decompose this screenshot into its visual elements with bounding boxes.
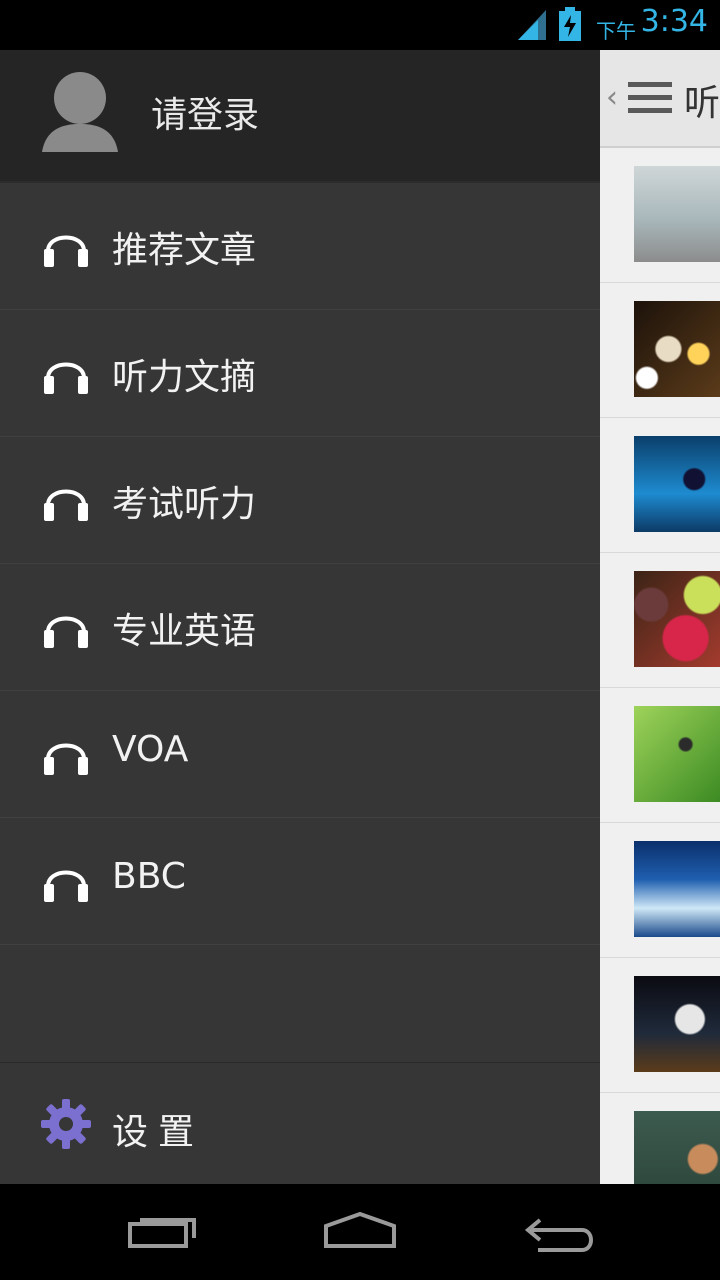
status-time: 3:34 [640, 4, 708, 39]
main-content: ‹ 听 [600, 50, 720, 1228]
home-icon[interactable] [320, 1208, 400, 1256]
thumbnail-image [634, 706, 720, 802]
article-list [600, 148, 720, 1228]
battery-charging-icon [559, 7, 581, 41]
navigation-drawer: 请登录 推荐文章 听力文摘 考试听力 专业英语 VOA BBC 设置 [0, 50, 600, 1184]
list-item[interactable] [600, 283, 720, 418]
drawer-item-settings[interactable]: 设置 [0, 1062, 600, 1185]
drawer-item-label: 考试听力 [112, 484, 257, 525]
drawer-item-professional[interactable]: 专业英语 [0, 564, 600, 691]
drawer-item-label: BBC [112, 856, 186, 897]
drawer-item-label: 推荐文章 [112, 230, 257, 271]
drawer-header[interactable]: 请登录 [0, 50, 600, 183]
thumbnail-image [634, 166, 720, 262]
drawer-item-bbc[interactable]: BBC [0, 818, 600, 945]
drawer-item-label: 专业英语 [112, 611, 257, 652]
page-title: 听 [684, 83, 720, 124]
drawer-item-voa[interactable]: VOA [0, 691, 600, 818]
thumbnail-image [634, 436, 720, 532]
signal-icon [518, 10, 546, 40]
thumbnail-image [634, 571, 720, 667]
drawer-menu: 推荐文章 听力文摘 考试听力 专业英语 VOA BBC [0, 183, 600, 945]
list-item[interactable] [600, 418, 720, 553]
menu-icon[interactable] [628, 82, 672, 114]
headphones-icon [44, 870, 88, 902]
list-item[interactable] [600, 823, 720, 958]
thumbnail-image [634, 976, 720, 1072]
list-item[interactable] [600, 688, 720, 823]
recent-apps-icon[interactable] [124, 1208, 204, 1256]
status-ampm: 下午 [596, 19, 636, 43]
list-item[interactable] [600, 148, 720, 283]
list-item[interactable] [600, 553, 720, 688]
thumbnail-image [634, 841, 720, 937]
status-bar: 下午 3:34 [0, 0, 720, 50]
thumbnail-image [634, 301, 720, 397]
drawer-item-label: VOA [112, 729, 189, 770]
user-avatar-icon[interactable] [40, 70, 120, 152]
drawer-item-label: 听力文摘 [112, 357, 257, 398]
login-label[interactable]: 请登录 [151, 86, 259, 138]
list-item[interactable] [600, 958, 720, 1093]
settings-label: 设置 [112, 1112, 205, 1153]
chevron-left-icon[interactable]: ‹ [606, 80, 618, 115]
gear-icon [41, 1099, 91, 1149]
headphones-icon [44, 743, 88, 775]
headphones-icon [44, 616, 88, 648]
drawer-item-digest[interactable]: 听力文摘 [0, 310, 600, 437]
action-bar: ‹ 听 [600, 50, 720, 148]
headphones-icon [44, 489, 88, 521]
drawer-item-recommended[interactable]: 推荐文章 [0, 183, 600, 310]
drawer-item-exam[interactable]: 考试听力 [0, 437, 600, 564]
headphones-icon [44, 235, 88, 267]
headphones-icon [44, 362, 88, 394]
system-nav-bar [0, 1184, 720, 1280]
back-icon[interactable] [520, 1208, 600, 1256]
